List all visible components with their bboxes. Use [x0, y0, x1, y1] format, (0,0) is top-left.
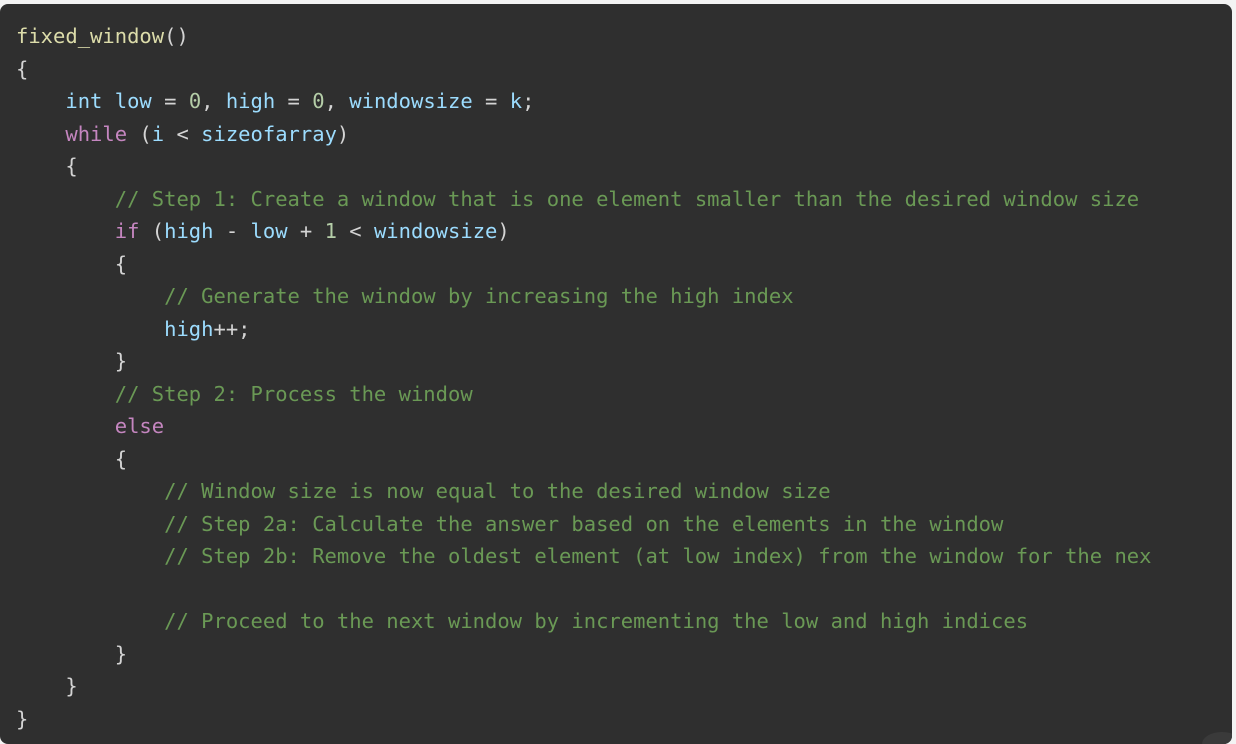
code-identifier: k — [509, 89, 523, 113]
code-token: , — [324, 89, 350, 113]
code-comment: // Generate the window by increasing the… — [164, 284, 794, 308]
code-token: < — [164, 121, 202, 146]
code-identifier: low — [250, 219, 288, 243]
code-line: { — [16, 443, 1232, 476]
code-token: = — [151, 89, 189, 113]
code-comment: // Proceed to the next window by increme… — [164, 609, 1029, 633]
code-token: , — [201, 89, 226, 113]
code-line: // Step 2b: Remove the oldest element (a… — [16, 540, 1232, 573]
code-token: { — [16, 56, 29, 81]
code-token: () — [164, 24, 189, 48]
code-line: // Proceed to the next window by increme… — [16, 605, 1232, 638]
code-token: } — [16, 641, 128, 666]
code-token: ; — [522, 89, 535, 113]
code-line: if (high - low + 1 < windowsize) — [16, 215, 1232, 248]
code-number: 1 — [324, 219, 337, 243]
code-line: // Window size is now equal to the desir… — [16, 475, 1232, 508]
code-line: } — [16, 638, 1232, 671]
code-keyword: else — [114, 414, 165, 438]
code-token: ( — [139, 219, 165, 243]
code-token: ( — [127, 121, 152, 146]
code-token: ) — [336, 121, 350, 146]
code-token: - — [213, 219, 251, 243]
code-line: int low = 0, high = 0, windowsize = k; — [16, 85, 1232, 118]
code-line: } — [16, 345, 1232, 378]
code-identifier: i — [151, 121, 165, 146]
code-token: < — [336, 219, 374, 243]
code-line: // Step 1: Create a window that is one e… — [16, 183, 1232, 216]
code-block-panel: fixed_window(){ int low = 0, high = 0, w… — [0, 4, 1232, 744]
code-token: } — [16, 674, 78, 698]
code-function-name: fixed_window — [16, 24, 165, 48]
code-identifier: windowsize — [373, 219, 498, 243]
code-line: { — [16, 150, 1232, 183]
code-token: { — [16, 154, 78, 178]
code-token: } — [16, 706, 29, 731]
code-comment: // Step 1: Create a window that is one e… — [114, 186, 1140, 211]
code-token: { — [16, 251, 128, 276]
code-token: + — [287, 219, 325, 243]
code-identifier: sizeofarray — [201, 121, 337, 146]
code-token: ) — [497, 219, 510, 243]
code-line: // Generate the window by increasing the… — [16, 280, 1232, 313]
code-identifier: low — [114, 89, 152, 113]
code-line: // Step 2a: Calculate the answer based o… — [16, 508, 1232, 541]
code-keyword: if — [114, 219, 140, 243]
code-line: } — [16, 703, 1232, 736]
code-line: // Step 2: Process the window — [16, 378, 1232, 411]
code-comment: // Step 2: Process the window — [114, 381, 473, 406]
code-identifier: int — [65, 89, 103, 113]
code-line: else — [16, 410, 1232, 443]
code-token: = — [472, 89, 510, 113]
code-token: { — [16, 446, 128, 471]
code-line: { — [16, 53, 1232, 86]
code-keyword: while — [65, 121, 128, 146]
code-token: = — [275, 89, 313, 113]
code-identifier: high — [164, 219, 214, 243]
code-token: } — [16, 349, 128, 373]
code-line: while (i < sizeofarray) — [16, 118, 1232, 151]
code-comment: // Step 2b: Remove the oldest element (a… — [164, 544, 1152, 568]
code-line: } — [16, 670, 1232, 703]
code-comment: // Window size is now equal to the desir… — [164, 479, 831, 503]
code-number: 0 — [312, 89, 325, 113]
code-line: { — [16, 248, 1232, 281]
code-comment: // Step 2a: Calculate the answer based o… — [164, 511, 1004, 536]
code-block[interactable]: fixed_window(){ int low = 0, high = 0, w… — [16, 20, 1232, 735]
code-identifier: high — [225, 89, 276, 113]
code-line: high++; — [16, 313, 1232, 346]
code-token: ++; — [213, 316, 251, 341]
code-identifier: windowsize — [349, 89, 473, 113]
code-line: fixed_window() — [16, 20, 1232, 53]
code-identifier: high — [164, 316, 214, 341]
code-number: 0 — [188, 89, 202, 113]
